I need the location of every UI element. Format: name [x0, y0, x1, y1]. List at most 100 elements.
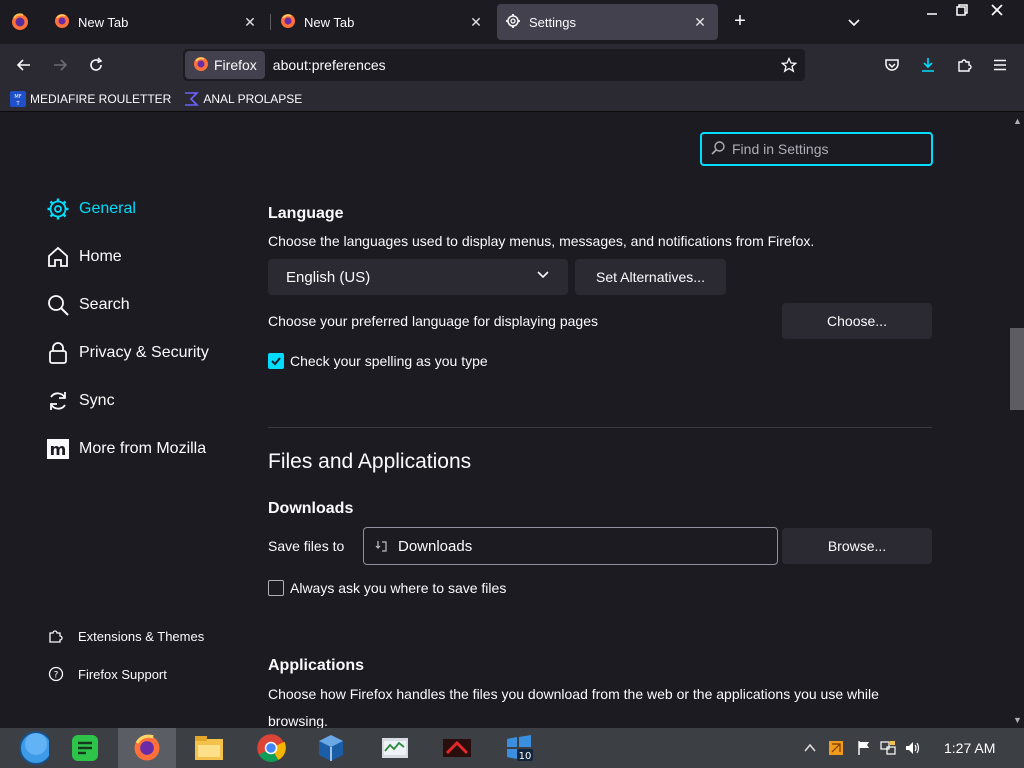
close-tab-icon[interactable]: ✕ — [466, 12, 486, 32]
firefox-icon — [193, 56, 209, 75]
download-folder-value: Downloads — [398, 537, 473, 555]
windows10-app-icon[interactable]: 10 — [490, 728, 548, 768]
firefox-icon — [280, 13, 296, 32]
download-folder-field[interactable]: Downloads — [363, 527, 778, 565]
forward-icon[interactable] — [48, 53, 72, 77]
svg-text:?: ? — [54, 671, 59, 681]
tab-new-tab-1[interactable]: New Tab ✕ — [46, 4, 268, 40]
language-heading: Language — [268, 205, 344, 222]
extensions-icon[interactable] — [952, 53, 976, 77]
search-input[interactable]: Find in Settings — [700, 132, 933, 166]
taskbar: 10 1:27 AM — [0, 728, 1024, 768]
checkbox-box[interactable] — [268, 580, 284, 596]
action-center-flag-icon[interactable] — [856, 740, 872, 756]
start-orb-icon[interactable] — [0, 728, 58, 768]
sync-icon — [46, 389, 70, 413]
category-label: Home — [79, 248, 122, 265]
footer-link-label: Extensions & Themes — [78, 628, 205, 644]
choose-language-button[interactable]: Choose... — [782, 303, 932, 339]
downloads-heading: Downloads — [268, 500, 354, 517]
show-hidden-icons-icon[interactable] — [802, 740, 818, 756]
list-all-tabs-icon[interactable] — [842, 10, 866, 34]
bookmarks-toolbar: MF T MEDIAFIRE ROULETTER ANAL PROLAPSE — [0, 86, 1024, 112]
checkmark-icon[interactable] — [268, 353, 284, 369]
chevron-down-icon — [536, 268, 550, 286]
search-icon — [710, 140, 732, 159]
bookmark-item[interactable]: ANAL PROLAPSE — [183, 91, 302, 107]
svg-text:MF: MF — [14, 94, 21, 100]
page-language-label: Choose your preferred language for displ… — [268, 313, 598, 329]
help-icon: ? — [48, 666, 64, 682]
close-window-button[interactable] — [980, 0, 1014, 20]
volume-icon[interactable] — [904, 740, 920, 756]
browse-button[interactable]: Browse... — [782, 528, 932, 564]
minimize-button[interactable] — [915, 0, 949, 20]
language-select[interactable]: English (US) — [268, 259, 568, 295]
category-label: Privacy & Security — [79, 344, 209, 361]
category-sync[interactable]: Sync — [46, 386, 115, 416]
file-explorer-icon[interactable] — [180, 728, 238, 768]
url-bar[interactable]: Firefox about:preferences — [183, 49, 805, 81]
category-search[interactable]: Search — [46, 290, 130, 320]
category-general[interactable]: General — [46, 194, 136, 224]
firefox-view-icon[interactable] — [8, 10, 32, 34]
bookmark-star-icon[interactable] — [775, 51, 803, 79]
search-placeholder: Find in Settings — [732, 141, 829, 157]
back-icon[interactable] — [12, 53, 36, 77]
pocket-icon[interactable] — [880, 53, 904, 77]
svg-text:m: m — [50, 440, 67, 459]
new-tab-button[interactable]: + — [728, 10, 752, 34]
category-label: More from Mozilla — [79, 440, 207, 457]
scrollbar-thumb[interactable] — [1010, 328, 1024, 410]
notes-app-icon[interactable] — [56, 728, 114, 768]
spellcheck-label: Check your spelling as you type — [290, 353, 488, 369]
tab-settings[interactable]: Settings ✕ — [497, 4, 718, 40]
game-app-icon[interactable] — [428, 728, 486, 768]
identity-box[interactable]: Firefox — [185, 51, 265, 79]
url-text[interactable]: about:preferences — [273, 57, 775, 73]
category-more-from-mozilla[interactable]: m More from Mozilla — [46, 434, 206, 464]
category-label: General — [79, 200, 136, 217]
clock[interactable]: 1:27 AM — [944, 740, 995, 756]
gear-icon — [505, 13, 521, 32]
firefox-support-link[interactable]: ? Firefox Support — [48, 664, 167, 684]
home-icon — [46, 245, 70, 269]
extensions-themes-link[interactable]: Extensions & Themes — [48, 626, 204, 646]
files-applications-heading: Files and Applications — [268, 450, 472, 473]
virtualbox-icon[interactable] — [302, 728, 360, 768]
tray-app-icon[interactable] — [828, 740, 844, 756]
close-tab-icon[interactable]: ✕ — [240, 12, 260, 32]
scroll-up-icon[interactable]: ▲ — [1013, 117, 1022, 126]
save-files-label: Save files to — [268, 538, 345, 554]
close-tab-icon[interactable]: ✕ — [690, 12, 710, 32]
tab-separator — [270, 14, 271, 30]
chrome-icon[interactable] — [242, 728, 300, 768]
restore-button[interactable] — [945, 0, 979, 20]
lock-icon — [46, 341, 70, 365]
app-menu-icon[interactable] — [988, 53, 1012, 77]
always-ask-checkbox[interactable]: Always ask you where to save files — [268, 580, 506, 596]
mediafire-icon: MF T — [10, 90, 26, 107]
folder-icon — [374, 539, 388, 553]
scrollbar[interactable]: ▲ ▼ — [1010, 113, 1024, 728]
reload-icon[interactable] — [84, 53, 108, 77]
set-alternatives-button[interactable]: Set Alternatives... — [575, 259, 726, 295]
downloads-icon[interactable] — [916, 53, 940, 77]
network-icon[interactable] — [880, 740, 896, 756]
bookmark-item[interactable]: MF T MEDIAFIRE ROULETTER — [10, 90, 171, 107]
category-label: Search — [79, 296, 130, 313]
firefox-taskbar-icon[interactable] — [118, 728, 176, 768]
language-description: Choose the languages used to display men… — [268, 233, 815, 249]
always-ask-label: Always ask you where to save files — [290, 580, 507, 596]
spellcheck-checkbox[interactable]: Check your spelling as you type — [268, 353, 488, 369]
identity-label: Firefox — [214, 57, 257, 73]
firefox-icon — [54, 13, 70, 32]
category-privacy[interactable]: Privacy & Security — [46, 338, 209, 368]
task-manager-icon[interactable] — [366, 728, 424, 768]
category-home[interactable]: Home — [46, 242, 122, 272]
puzzle-icon — [48, 628, 64, 644]
bookmark-label: ANAL PROLAPSE — [203, 91, 303, 106]
scroll-down-icon[interactable]: ▼ — [1013, 716, 1022, 725]
tab-new-tab-2[interactable]: New Tab ✕ — [272, 4, 494, 40]
applications-heading: Applications — [268, 657, 365, 674]
